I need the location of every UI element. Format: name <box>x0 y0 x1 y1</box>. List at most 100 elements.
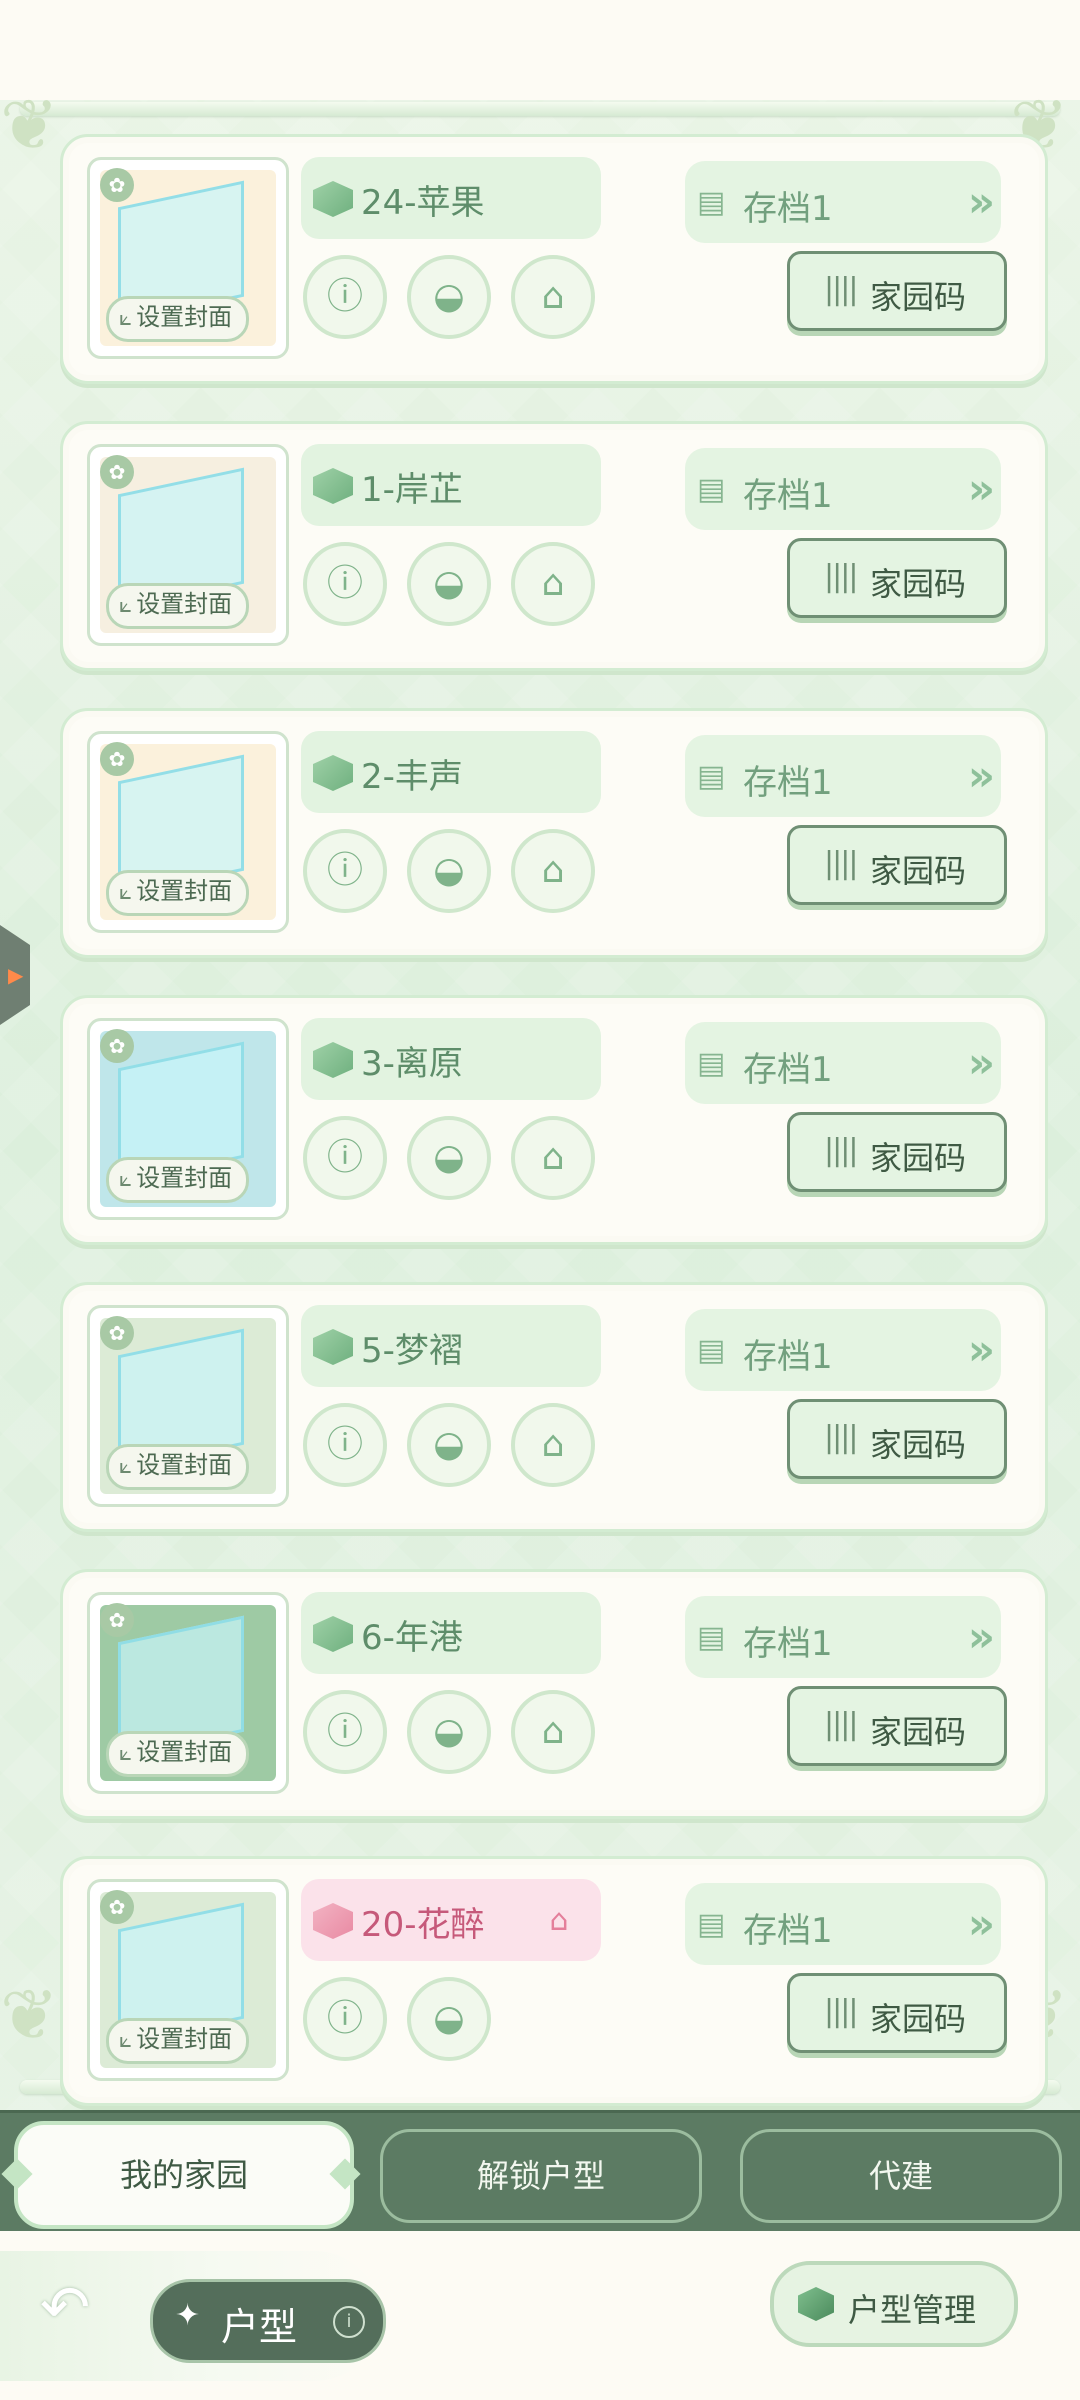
home-name-pill[interactable]: 3-离原 <box>301 1018 601 1100</box>
set-cover-button[interactable]: ⟀ 设置封面 <box>106 1444 250 1490</box>
home-name: 3-离原 <box>361 1044 463 1084</box>
barcode-icon: |||| <box>824 1707 858 1742</box>
home-code-button[interactable]: |||| 家园码 <box>787 825 1007 905</box>
home-thumbnail[interactable]: ✿ ⟀ 设置封面 <box>87 1018 289 1220</box>
save-icon: ▤ <box>697 1907 726 1942</box>
double-arrow-icon: » <box>967 177 995 226</box>
info-icon[interactable]: ⓘ <box>303 1116 387 1200</box>
bread-icon[interactable]: ◒ <box>407 1977 491 2061</box>
home-icon[interactable]: ⌂ <box>511 829 595 913</box>
home-name: 5-梦褶 <box>361 1331 463 1371</box>
barcode-icon: |||| <box>824 559 858 594</box>
side-arrow-icon: ▶ <box>8 963 24 987</box>
info-icon[interactable]: ⓘ <box>303 1977 387 2061</box>
home-icon[interactable]: ⌂ <box>511 255 595 339</box>
set-cover-button[interactable]: ⟀ 设置封面 <box>106 870 250 916</box>
home-name: 1-岸芷 <box>361 470 463 510</box>
vine-decoration-bottom-left: ❦ <box>0 1974 59 2056</box>
bread-icon[interactable]: ◒ <box>407 1403 491 1487</box>
home-card[interactable]: ✿ ⟀ 设置封面 2-丰声 ⓘ ◒ ⌂ ▤ 存档1 » |||| 家园码 <box>60 708 1048 958</box>
crop-icon: ⟀ <box>119 880 133 905</box>
barcode-icon: |||| <box>824 846 858 881</box>
home-icon[interactable]: ⌂ <box>511 1690 595 1774</box>
set-cover-label: 设置封面 <box>136 303 233 331</box>
info-icon[interactable]: i <box>333 2306 365 2338</box>
set-cover-button[interactable]: ⟀ 设置封面 <box>106 296 250 342</box>
save-slot-selector[interactable]: ▤ 存档1 » <box>685 1022 1001 1104</box>
home-thumbnail[interactable]: ✿ ⟀ 设置封面 <box>87 1879 289 2081</box>
footer-area: ↶ ✦ 户型 i 户型管理 <box>0 2231 1080 2400</box>
bread-icon[interactable]: ◒ <box>407 542 491 626</box>
save-slot-selector[interactable]: ▤ 存档1 » <box>685 1309 1001 1391</box>
home-card[interactable]: ✿ ⟀ 设置封面 1-岸芷 ⓘ ◒ ⌂ ▤ 存档1 » |||| 家园码 <box>60 421 1048 671</box>
crop-icon: ⟀ <box>119 593 133 618</box>
layout-manage-label: 户型管理 <box>848 2291 977 2329</box>
footprint-icon: ✿ <box>100 1316 134 1350</box>
home-card[interactable]: ✿ ⟀ 设置封面 3-离原 ⓘ ◒ ⌂ ▤ 存档1 » |||| 家园码 <box>60 995 1048 1245</box>
save-slot-selector[interactable]: ▤ 存档1 » <box>685 735 1001 817</box>
home-code-button[interactable]: |||| 家园码 <box>787 251 1007 331</box>
layout-manage-button[interactable]: 户型管理 <box>770 2261 1018 2347</box>
home-card[interactable]: ✿ ⟀ 设置封面 6-年港 ⓘ ◒ ⌂ ▤ 存档1 » |||| 家园码 <box>60 1569 1048 1819</box>
crop-icon: ⟀ <box>119 1741 133 1766</box>
home-name: 6-年港 <box>361 1618 463 1658</box>
set-cover-button[interactable]: ⟀ 设置封面 <box>106 583 250 629</box>
home-code-button[interactable]: |||| 家园码 <box>787 1399 1007 1479</box>
cube-icon <box>313 1042 353 1078</box>
info-icon[interactable]: ⓘ <box>303 829 387 913</box>
footprint-icon: ✿ <box>100 1890 134 1924</box>
info-icon[interactable]: ⓘ <box>303 1690 387 1774</box>
save-slot-label: 存档1 <box>743 1624 833 1664</box>
home-thumbnail[interactable]: ✿ ⟀ 设置封面 <box>87 1592 289 1794</box>
bread-icon[interactable]: ◒ <box>407 1116 491 1200</box>
tab-unlock-layout[interactable]: 解锁户型 <box>380 2129 702 2223</box>
home-name-pill[interactable]: 2-丰声 <box>301 731 601 813</box>
back-group: ↶ ✦ 户型 i <box>0 2251 386 2381</box>
home-code-button[interactable]: |||| 家园码 <box>787 1686 1007 1766</box>
double-arrow-icon: » <box>967 1612 995 1661</box>
home-name-pill[interactable]: 24-苹果 <box>301 157 601 239</box>
set-cover-button[interactable]: ⟀ 设置封面 <box>106 1731 250 1777</box>
save-slot-label: 存档1 <box>743 763 833 803</box>
home-thumbnail[interactable]: ✿ ⟀ 设置封面 <box>87 444 289 646</box>
home-code-button[interactable]: |||| 家园码 <box>787 1973 1007 2053</box>
info-icon[interactable]: ⓘ <box>303 1403 387 1487</box>
back-arrow-icon[interactable]: ↶ <box>40 2273 90 2343</box>
crop-icon: ⟀ <box>119 1454 133 1479</box>
set-cover-button[interactable]: ⟀ 设置封面 <box>106 2018 250 2064</box>
home-icon[interactable]: ⌂ <box>511 1116 595 1200</box>
home-name: 2-丰声 <box>361 757 463 797</box>
home-name-pill[interactable]: 1-岸芷 <box>301 444 601 526</box>
home-icon[interactable]: ⌂ <box>511 1403 595 1487</box>
home-code-button[interactable]: |||| 家园码 <box>787 538 1007 618</box>
home-thumbnail[interactable]: ✿ ⟀ 设置封面 <box>87 157 289 359</box>
bread-icon[interactable]: ◒ <box>407 1690 491 1774</box>
home-code-button[interactable]: |||| 家园码 <box>787 1112 1007 1192</box>
home-thumbnail[interactable]: ✿ ⟀ 设置封面 <box>87 731 289 933</box>
footprint-icon: ✿ <box>100 1029 134 1063</box>
home-thumbnail[interactable]: ✿ ⟀ 设置封面 <box>87 1305 289 1507</box>
save-icon: ▤ <box>697 472 726 507</box>
cube-icon <box>313 755 353 791</box>
bread-icon[interactable]: ◒ <box>407 255 491 339</box>
home-icon[interactable]: ⌂ <box>511 542 595 626</box>
home-card[interactable]: ✿ ⟀ 设置封面 24-苹果 ⓘ ◒ ⌂ ▤ 存档1 » |||| 家园码 <box>60 134 1048 384</box>
save-slot-selector[interactable]: ▤ 存档1 » <box>685 1596 1001 1678</box>
home-name-pill[interactable]: 5-梦褶 <box>301 1305 601 1387</box>
home-card[interactable]: ✿ ⟀ 设置封面 20-花醉 ⌂ ⓘ ◒ ▤ 存档1» |||| 家园码 <box>60 1856 1048 2106</box>
save-slot-label: 存档1 <box>743 1050 833 1090</box>
info-icon[interactable]: ⓘ <box>303 542 387 626</box>
save-slot-selector[interactable]: ▤ 存档1 » <box>685 1883 1001 1965</box>
home-card[interactable]: ✿ ⟀ 设置封面 5-梦褶 ⓘ ◒ ⌂ ▤ 存档1 » |||| 家园码 <box>60 1282 1048 1532</box>
info-icon[interactable]: ⓘ <box>303 255 387 339</box>
save-slot-selector[interactable]: ▤ 存档1 » <box>685 448 1001 530</box>
set-cover-button[interactable]: ⟀ 设置封面 <box>106 1157 250 1203</box>
home-name-pill[interactable]: 6-年港 <box>301 1592 601 1674</box>
home-code-label: 家园码 <box>870 278 967 316</box>
save-slot-selector[interactable]: ▤ 存档1 » <box>685 161 1001 243</box>
tab-my-home[interactable]: 我的家园 <box>14 2121 354 2229</box>
tab-proxy-build[interactable]: 代建 <box>740 2129 1062 2223</box>
bread-icon[interactable]: ◒ <box>407 829 491 913</box>
save-icon: ▤ <box>697 1046 726 1081</box>
vine-decoration-left: ❦ <box>0 84 59 166</box>
